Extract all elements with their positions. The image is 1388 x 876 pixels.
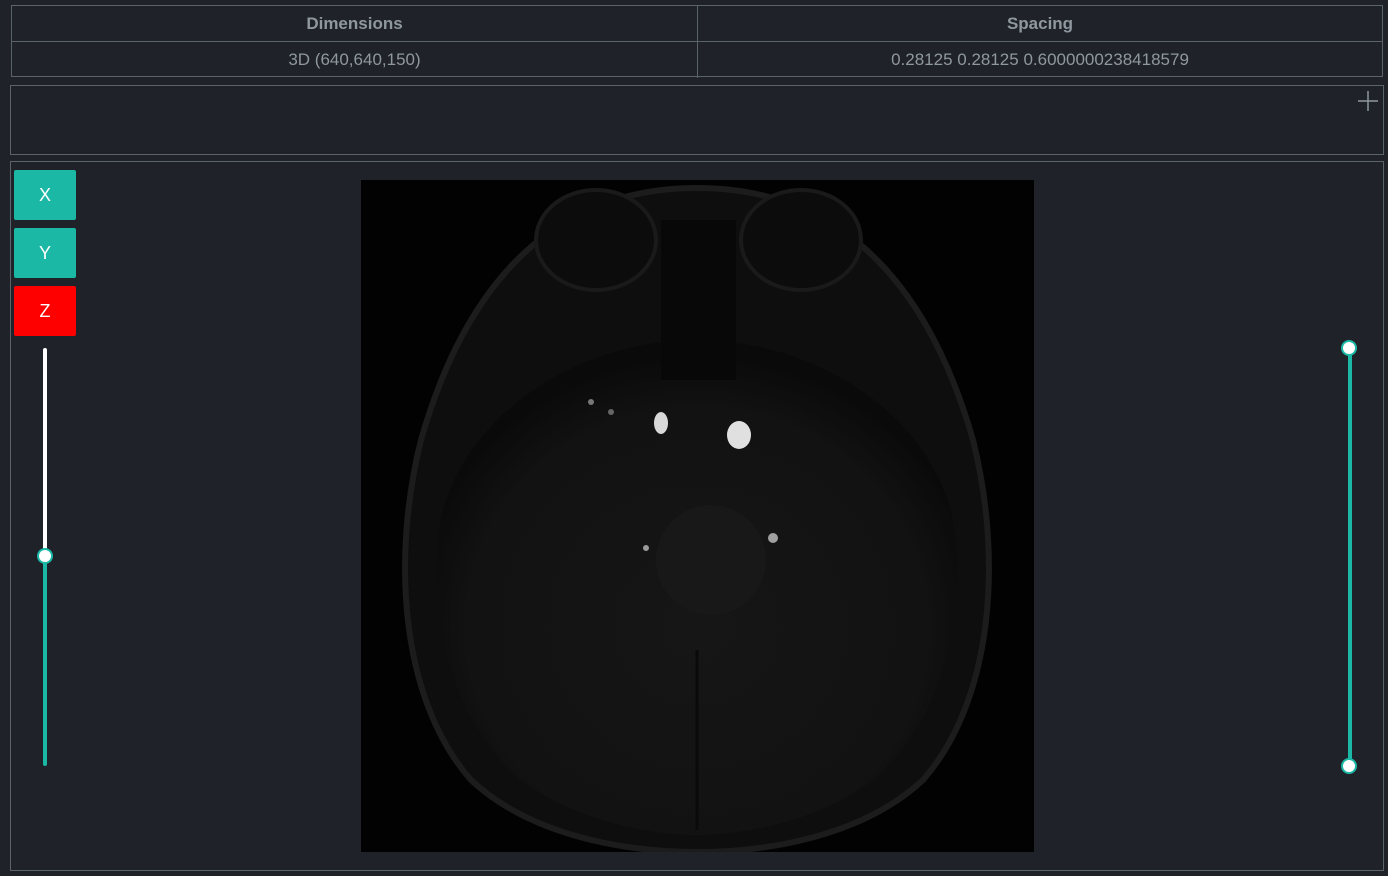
axis-y-button[interactable]: Y: [14, 228, 76, 278]
axis-x-button[interactable]: X: [14, 170, 76, 220]
mri-image-view[interactable]: [361, 180, 1034, 852]
spacing-header: Spacing: [698, 6, 1382, 42]
window-range-slider-track: [1348, 349, 1352, 766]
axis-z-button[interactable]: Z: [14, 286, 76, 336]
dimensions-header: Dimensions: [12, 6, 698, 42]
slice-slider-thumb[interactable]: [37, 548, 53, 564]
toolbar-panel: [10, 85, 1384, 155]
spacing-value: 0.28125 0.28125 0.6000000238418579: [891, 50, 1189, 69]
plus-icon[interactable]: [1357, 90, 1379, 112]
viewer-panel: X Y Z: [10, 161, 1384, 871]
mri-axial-slice-icon: [361, 180, 1034, 852]
info-table: Dimensions Spacing 3D (640,640,150) 0.28…: [11, 5, 1383, 78]
slice-slider-track-upper: [43, 348, 47, 556]
slice-slider-track-lower: [43, 556, 47, 766]
window-range-upper-thumb[interactable]: [1341, 340, 1357, 356]
dimensions-value: 3D (640,640,150): [12, 42, 698, 78]
window-range-lower-thumb[interactable]: [1341, 758, 1357, 774]
